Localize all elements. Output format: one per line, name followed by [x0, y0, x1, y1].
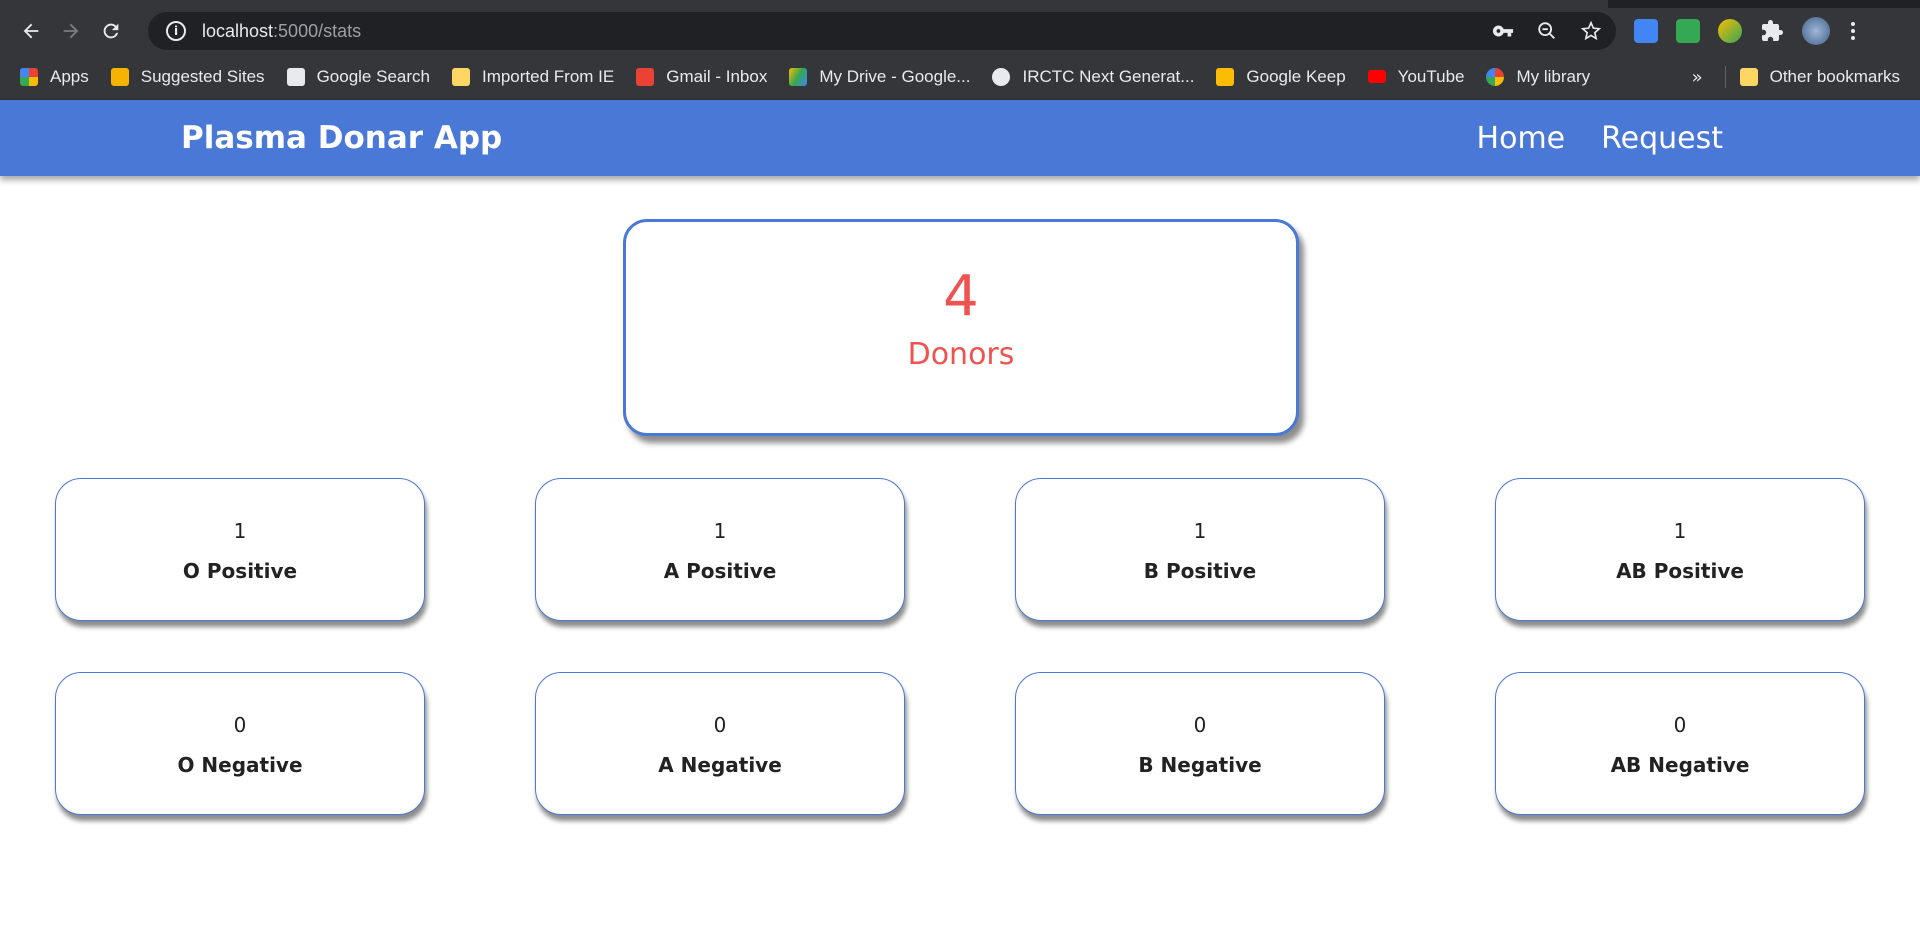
- blood-group-count: 1: [1193, 519, 1207, 543]
- blood-group-card-o-positive: 1 O Positive: [55, 478, 425, 621]
- blood-group-count: 0: [713, 713, 727, 737]
- blood-group-count: 0: [233, 713, 247, 737]
- browser-toolbar: i localhost:5000/stats: [0, 8, 1920, 54]
- blood-group-card-b-positive: 1 B Positive: [1015, 478, 1385, 621]
- menu-kebab-icon[interactable]: [1848, 19, 1858, 43]
- bookmark-apps[interactable]: Apps: [20, 67, 89, 87]
- bookmark-irctc[interactable]: IRCTC Next Generat...: [992, 67, 1194, 87]
- apps-grid-icon: [20, 67, 38, 86]
- blood-group-count: 0: [1193, 713, 1207, 737]
- bookmark-my-library[interactable]: My library: [1486, 67, 1590, 87]
- bookmark-label: Google Search: [316, 66, 430, 86]
- total-donors-label: Donors: [907, 337, 1015, 372]
- palette-extension-icon[interactable]: [1718, 19, 1742, 43]
- blood-group-card-ab-positive: 1 AB Positive: [1495, 478, 1865, 621]
- blood-group-label: AB Positive: [1616, 559, 1744, 583]
- bookmark-google-search[interactable]: Google Search: [286, 66, 430, 87]
- youtube-icon: [1367, 70, 1386, 83]
- blood-group-count: 0: [1673, 713, 1687, 737]
- bookmark-label: My library: [1516, 66, 1591, 86]
- reload-icon[interactable]: [94, 14, 128, 48]
- gmail-icon: [636, 67, 655, 86]
- star-icon[interactable]: [1580, 20, 1602, 42]
- nav-request-link[interactable]: Request: [1601, 121, 1723, 156]
- home-icon: [286, 67, 305, 86]
- blood-group-card-a-negative: 0 A Negative: [535, 672, 905, 815]
- bookmark-gmail[interactable]: Gmail - Inbox: [636, 67, 767, 87]
- blood-group-label: B Positive: [1143, 559, 1257, 583]
- tab-strip: [0, 0, 1920, 8]
- total-donors-card: 4 Donors: [623, 219, 1299, 436]
- bookmark-suggested-sites[interactable]: Suggested Sites: [110, 66, 265, 87]
- extensions-puzzle-icon[interactable]: [1760, 19, 1784, 43]
- bookmark-imported-from-ie[interactable]: Imported From IE: [451, 66, 615, 87]
- folder-icon: [451, 67, 470, 86]
- bookmark-google-keep[interactable]: Google Keep: [1216, 66, 1346, 87]
- total-donors-count: 4: [943, 264, 979, 329]
- folder-icon: [1739, 68, 1758, 86]
- bookmark-label: IRCTC Next Generat...: [1022, 66, 1195, 86]
- bookmark-label: Imported From IE: [481, 66, 615, 86]
- blood-group-count: 1: [233, 519, 247, 543]
- bookmark-label: Suggested Sites: [140, 66, 265, 86]
- drive-icon: [789, 67, 808, 86]
- key-icon[interactable]: [1492, 20, 1514, 42]
- bookmarks-bar: Apps Suggested Sites Google Search Impor…: [0, 54, 1920, 100]
- site-info-icon[interactable]: i: [166, 21, 186, 41]
- bookmark-label: Gmail - Inbox: [666, 66, 768, 86]
- bookmark-my-drive[interactable]: My Drive - Google...: [789, 67, 970, 87]
- keep-icon: [1216, 67, 1235, 86]
- forward-icon[interactable]: [54, 14, 88, 48]
- blood-group-card-o-negative: 0 O Negative: [55, 672, 425, 815]
- bookmark-youtube[interactable]: YouTube: [1367, 66, 1465, 87]
- bookmark-other-bookmarks[interactable]: Other bookmarks: [1739, 67, 1900, 87]
- blood-group-card-ab-negative: 0 AB Negative: [1495, 672, 1865, 815]
- blood-group-card-a-positive: 1 A Positive: [535, 478, 905, 621]
- blood-group-label: O Positive: [182, 559, 298, 583]
- bing-icon: [110, 67, 129, 86]
- bookmarks-overflow-icon[interactable]: »: [1692, 67, 1703, 88]
- translate-extension-icon[interactable]: [1634, 19, 1658, 43]
- blood-group-grid: 1 O Positive 1 A Positive 1 B Positive 1…: [55, 478, 1865, 815]
- bookmark-label: YouTube: [1397, 66, 1465, 86]
- bookmark-label: Other bookmarks: [1769, 67, 1900, 86]
- google-icon: [1486, 67, 1505, 86]
- back-icon[interactable]: [14, 14, 48, 48]
- zoom-out-icon[interactable]: [1536, 20, 1558, 42]
- app-brand[interactable]: Plasma Donar App: [181, 120, 502, 156]
- bookmark-label: Apps: [50, 66, 89, 86]
- nav-home-link[interactable]: Home: [1477, 121, 1566, 156]
- profile-avatar-icon[interactable]: [1802, 17, 1830, 45]
- globe-icon: [992, 67, 1011, 86]
- bookmark-label: My Drive - Google...: [819, 66, 971, 86]
- app-navbar: Plasma Donar App Home Request: [0, 100, 1920, 176]
- blood-group-label: B Negative: [1138, 753, 1262, 777]
- blood-group-label: AB Negative: [1610, 753, 1750, 777]
- blood-group-label: A Positive: [663, 559, 777, 583]
- bookmarks-divider: [1724, 66, 1726, 88]
- bookmark-label: Google Keep: [1246, 66, 1346, 86]
- blood-group-count: 1: [713, 519, 727, 543]
- blood-group-card-b-negative: 0 B Negative: [1015, 672, 1385, 815]
- blood-group-label: O Negative: [177, 753, 303, 777]
- address-bar[interactable]: i localhost:5000/stats: [148, 12, 1616, 50]
- image-extension-icon[interactable]: [1676, 19, 1700, 43]
- blood-group-count: 1: [1673, 519, 1687, 543]
- blood-group-label: A Negative: [658, 753, 782, 777]
- url-text: localhost:5000/stats: [202, 20, 362, 41]
